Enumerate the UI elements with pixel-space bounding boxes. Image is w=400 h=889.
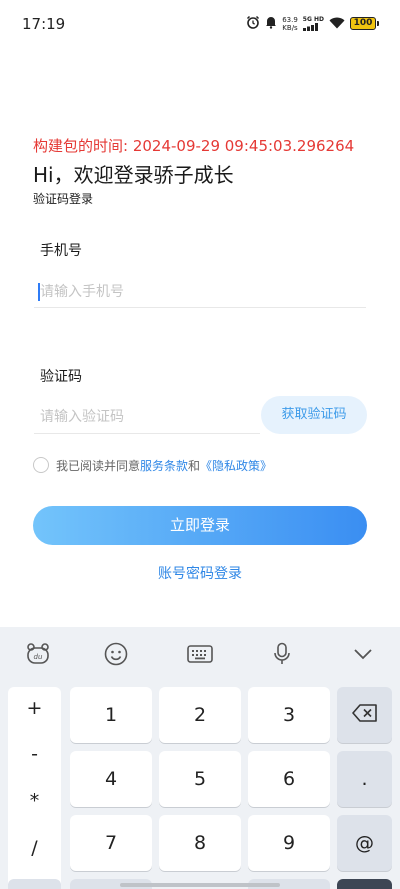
password-login-link-label[interactable]: 账号密码登录 xyxy=(158,566,242,582)
alarm-icon xyxy=(246,14,260,33)
login-mode-subtitle: 验证码登录 xyxy=(33,192,94,206)
svg-text:du: du xyxy=(34,653,43,661)
phone-input[interactable] xyxy=(34,276,366,308)
network-speed-unit: KB/s xyxy=(282,23,298,32)
agreement-checkbox[interactable] xyxy=(33,457,49,473)
digit-key[interactable]: 7 xyxy=(70,815,152,871)
digit-key[interactable]: 8 xyxy=(159,815,241,871)
baidu-input-logo-icon[interactable]: du xyxy=(24,641,52,667)
privacy-link[interactable]: 《隐私政策》 xyxy=(200,457,272,474)
text-cursor xyxy=(38,283,40,301)
symbol-key[interactable]: - xyxy=(8,743,61,765)
agreement-prefix: 我已阅读并同意 xyxy=(56,458,141,473)
microphone-icon[interactable] xyxy=(268,641,296,667)
digit-key[interactable]: 2 xyxy=(159,687,241,743)
backspace-icon xyxy=(351,703,378,727)
build-time-text: 构建包的时间: 2024-09-29 09:45:03.296264 xyxy=(33,137,355,155)
terms-link[interactable]: 服务条款 xyxy=(140,457,188,474)
wifi-icon xyxy=(329,14,345,33)
symbol-key[interactable]: * xyxy=(8,790,61,812)
phone-label: 手机号 xyxy=(40,243,82,259)
signal-bars-icon xyxy=(302,23,318,31)
backspace-key[interactable] xyxy=(337,687,392,743)
welcome-title: Hi，欢迎登录骄子成长 xyxy=(33,163,234,187)
digit-key[interactable]: 3 xyxy=(248,687,330,743)
at-key[interactable]: @ xyxy=(337,815,392,871)
network-speed: 63.9 KB/s xyxy=(282,16,298,32)
network-speed-value: 63.9 xyxy=(282,15,298,24)
status-time: 17:19 xyxy=(22,15,66,33)
digit-key[interactable]: 4 xyxy=(70,751,152,807)
bottom-key-partial xyxy=(337,879,392,889)
dot-key[interactable]: . xyxy=(337,751,392,807)
agreement-and: 和 xyxy=(188,458,201,473)
keyboard-icon[interactable] xyxy=(186,641,214,667)
status-icons: 63.9 KB/s 5G HD 100 xyxy=(246,14,379,33)
bottom-key-partial xyxy=(8,879,61,889)
code-label: 验证码 xyxy=(40,369,82,385)
silent-icon xyxy=(265,14,277,33)
battery-indicator: 100 xyxy=(350,17,379,30)
cell-signal: 5G HD xyxy=(302,16,324,31)
chevron-down-icon[interactable] xyxy=(349,641,377,667)
keyboard-toolbar: du xyxy=(0,627,400,681)
digit-key[interactable]: 6 xyxy=(248,751,330,807)
home-indicator[interactable] xyxy=(120,883,280,887)
symbol-key[interactable]: / xyxy=(8,837,61,859)
login-button[interactable]: 立即登录 xyxy=(33,506,367,545)
verification-code-input[interactable] xyxy=(34,401,260,434)
emoji-icon[interactable] xyxy=(102,641,130,667)
symbol-column: + - * / xyxy=(8,687,61,889)
get-code-button[interactable]: 获取验证码 xyxy=(261,396,367,434)
digit-key[interactable]: 5 xyxy=(159,751,241,807)
digit-key[interactable]: 9 xyxy=(248,815,330,871)
digit-key[interactable]: 1 xyxy=(70,687,152,743)
status-bar: 17:19 63.9 KB/s 5G HD 100 xyxy=(0,0,400,48)
agreement-row: 我已阅读并同意 服务条款 和 《隐私政策》 xyxy=(33,456,272,474)
password-login-link: 账号密码登录 xyxy=(0,563,400,583)
symbol-key[interactable]: + xyxy=(8,697,61,719)
network-type: 5G HD xyxy=(302,16,324,23)
numeric-keyboard: du + - * / 1 2 3 4 5 6 7 8 9 . @ xyxy=(0,627,400,889)
